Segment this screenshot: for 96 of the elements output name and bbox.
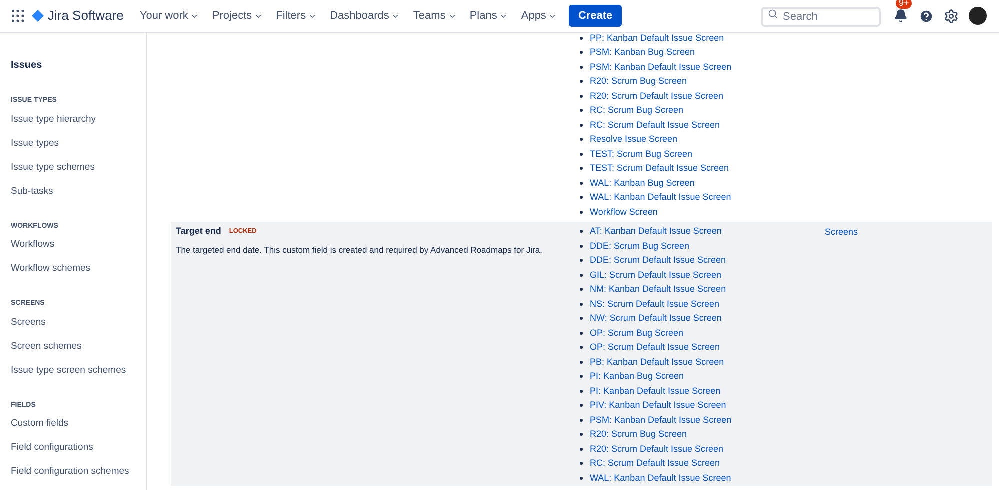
bullet-icon bbox=[580, 448, 583, 451]
screen-link[interactable]: DDE: Scrum Default Issue Screen bbox=[590, 254, 726, 268]
screen-link[interactable]: Workflow Screen bbox=[590, 206, 658, 219]
screen-link[interactable]: R20: Scrum Bug Screen bbox=[590, 75, 688, 88]
bullet-icon bbox=[580, 317, 583, 320]
bullet-icon bbox=[580, 259, 583, 262]
field-name: Target end bbox=[176, 224, 222, 238]
bullet-icon bbox=[580, 182, 583, 185]
screen-link[interactable]: DDE: Scrum Bug Screen bbox=[590, 240, 690, 253]
screen-link[interactable]: NM: Kanban Default Issue Screen bbox=[590, 283, 726, 296]
screen-link[interactable]: RC: Scrum Default Issue Screen bbox=[590, 118, 720, 132]
screen-link[interactable]: R20: Scrum Bug Screen bbox=[590, 428, 688, 442]
screen-link[interactable]: R20: Scrum Default Issue Screen bbox=[590, 442, 724, 456]
screen-link[interactable]: PP: Kanban Default Issue Screen bbox=[590, 33, 724, 45]
bullet-icon bbox=[580, 167, 583, 170]
nav-menu[interactable]: Your work bbox=[140, 8, 200, 24]
screen-link[interactable]: TEST: Scrum Default Issue Screen bbox=[590, 162, 730, 176]
bullet-icon bbox=[580, 66, 583, 69]
bullet-icon bbox=[580, 274, 583, 277]
sidebar-item[interactable]: Field configuration schemes bbox=[11, 466, 135, 490]
sidebar-item[interactable]: Issue type hierarchy bbox=[11, 114, 135, 138]
diamond-logo-icon bbox=[32, 10, 44, 22]
bullet-icon bbox=[580, 80, 583, 84]
bullet-icon bbox=[580, 109, 583, 112]
bullet-icon bbox=[580, 404, 583, 408]
screen-link[interactable]: WAL: Kanban Bug Screen bbox=[590, 176, 695, 190]
screen-link[interactable]: PB: Kanban Default Issue Screen bbox=[590, 356, 724, 369]
bullet-icon bbox=[580, 332, 583, 335]
screen-link[interactable]: Resolve Issue Screen bbox=[590, 133, 678, 146]
screens-link[interactable]: Screens bbox=[825, 224, 858, 239]
sidebar-item[interactable]: Issue type schemes bbox=[11, 162, 135, 186]
screen-link[interactable]: PIV: Kanban Default Issue Screen bbox=[590, 399, 726, 412]
screen-link[interactable]: PI: Kanban Default Issue Screen bbox=[590, 384, 721, 398]
bullet-icon bbox=[580, 375, 583, 378]
sidebar-item[interactable]: Workflow schemes bbox=[11, 263, 135, 287]
screen-link[interactable]: GIL: Scrum Default Issue Screen bbox=[590, 268, 722, 282]
screen-link[interactable]: TEST: Scrum Bug Screen bbox=[590, 148, 693, 161]
bullet-icon bbox=[580, 418, 583, 422]
screen-link[interactable]: OP: Scrum Bug Screen bbox=[590, 326, 684, 340]
screen-link[interactable]: AT: Kanban Default Issue Screen bbox=[590, 225, 722, 238]
product-name[interactable]: Jira Software bbox=[48, 6, 124, 26]
nav-menu[interactable]: Filters bbox=[276, 8, 318, 24]
bullet-icon bbox=[580, 433, 583, 436]
nav-menu[interactable]: Plans bbox=[470, 8, 508, 24]
bullet-icon bbox=[580, 476, 583, 480]
sidebar-item[interactable]: Screen schemes bbox=[11, 340, 135, 364]
search-field[interactable]: Search bbox=[761, 7, 881, 27]
sidebar-item[interactable]: Workflows bbox=[11, 239, 135, 263]
bullet-icon bbox=[580, 51, 583, 54]
bullet-icon bbox=[580, 36, 583, 40]
screen-link[interactable]: PI: Kanban Bug Screen bbox=[590, 370, 684, 384]
sidebar-item[interactable]: Sub-tasks bbox=[11, 186, 135, 210]
bullet-icon bbox=[580, 152, 583, 156]
screen-link[interactable]: PSM: Kanban Bug Screen bbox=[590, 46, 696, 60]
screen-link[interactable]: NS: Scrum Default Issue Screen bbox=[590, 298, 720, 311]
bullet-icon bbox=[580, 230, 583, 234]
field-description: The targeted end date. This custom field is created and required by Advanced Roadmaps for Jira. bbox=[176, 244, 544, 256]
settings-icon[interactable] bbox=[944, 8, 959, 24]
screen-link[interactable]: WAL: Kanban Default Issue Screen bbox=[590, 472, 732, 485]
sidebar-item[interactable]: Custom fields bbox=[11, 418, 135, 442]
bullet-icon bbox=[580, 390, 583, 393]
help-icon[interactable] bbox=[919, 8, 934, 24]
screen-link[interactable]: OP: Scrum Default Issue Screen bbox=[590, 341, 720, 354]
screen-link[interactable]: PSM: Kanban Default Issue Screen bbox=[590, 60, 732, 74]
avatar[interactable] bbox=[969, 7, 987, 25]
sidebar-item[interactable]: Issue types bbox=[11, 138, 135, 162]
screen-link[interactable]: PSM: Kanban Default Issue Screen bbox=[590, 414, 732, 427]
nav-menu[interactable]: Dashboards bbox=[330, 8, 400, 24]
bullet-icon bbox=[580, 244, 583, 248]
notification-bell-icon[interactable] bbox=[894, 9, 908, 23]
nav-menu[interactable]: Teams bbox=[413, 8, 457, 24]
bullet-icon bbox=[580, 462, 583, 466]
bullet-icon bbox=[580, 196, 583, 200]
bullet-icon bbox=[580, 210, 583, 214]
sidebar-item[interactable]: Screens bbox=[11, 316, 135, 340]
app-grid-icon[interactable] bbox=[12, 10, 24, 22]
screen-link[interactable]: RC: Scrum Bug Screen bbox=[590, 104, 684, 118]
search-icon bbox=[768, 9, 778, 19]
bullet-icon bbox=[580, 138, 583, 142]
screen-link[interactable]: RC: Scrum Default Issue Screen bbox=[590, 457, 720, 470]
notification-badge: 9+ bbox=[896, 0, 912, 9]
screen-link[interactable]: R20: Scrum Default Issue Screen bbox=[590, 90, 724, 103]
bullet-icon bbox=[580, 360, 583, 364]
bullet-icon bbox=[580, 288, 583, 292]
nav-menu[interactable]: Apps bbox=[521, 8, 558, 24]
bullet-icon bbox=[580, 302, 583, 306]
screen-link[interactable]: WAL: Kanban Default Issue Screen bbox=[590, 191, 732, 204]
bullet-icon bbox=[580, 94, 583, 98]
bullet-icon bbox=[580, 124, 583, 127]
sidebar-title: Issues bbox=[11, 59, 44, 73]
screen-link[interactable]: NW: Scrum Default Issue Screen bbox=[590, 312, 722, 326]
sidebar-item[interactable]: Issue type screen schemes bbox=[11, 364, 135, 388]
create-button[interactable]: Create bbox=[569, 5, 622, 27]
nav-menu[interactable]: Projects bbox=[212, 8, 264, 24]
bullet-icon bbox=[580, 346, 583, 350]
sidebar-item[interactable]: Field configurations bbox=[11, 442, 135, 466]
